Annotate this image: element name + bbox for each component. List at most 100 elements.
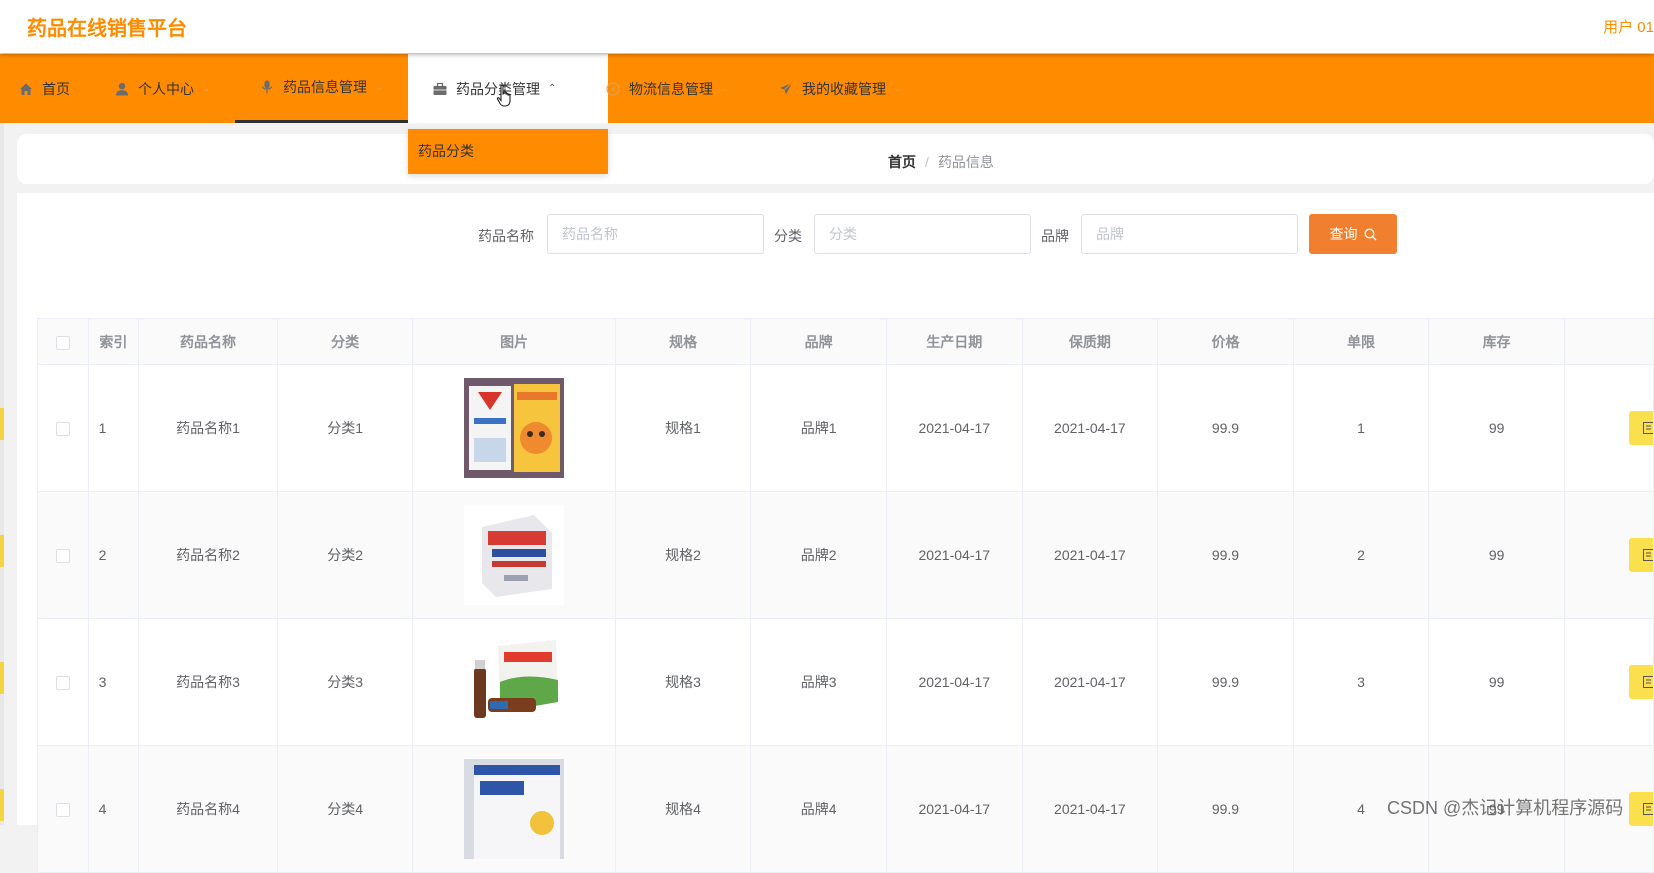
brand-label: 品牌 <box>1041 228 1069 244</box>
nav-label-drug-info: 药品信息管理 <box>283 79 367 95</box>
row-select-cell <box>37 618 89 746</box>
column-header: 生产日期 <box>885 318 1023 365</box>
stock-cell: 99 <box>1428 364 1565 492</box>
home-icon <box>18 81 34 97</box>
watermark: CSDN @杰记计算机程序源码 <box>1387 798 1624 818</box>
column-header: 库存 <box>1428 318 1565 365</box>
actions-cell: 详 <box>1563 618 1654 746</box>
drug-name-cell: 药品名称4 <box>138 745 278 873</box>
production-date-cell: 2021-04-17 <box>885 491 1023 619</box>
row-checkbox[interactable] <box>55 803 70 818</box>
table-row: 3 药品名称3 分类3 规格3 品牌3 2021-04-17 2021-04-1… <box>37 618 1654 746</box>
drug-name-cell: 药品名称3 <box>138 618 278 746</box>
detail-button[interactable]: 详 <box>1628 411 1653 445</box>
category-cell: 分类4 <box>276 745 414 873</box>
search-icon <box>1364 228 1377 241</box>
detail-button[interactable]: 详 <box>1628 792 1653 826</box>
left-edge-strip <box>0 123 4 825</box>
shelf-life-cell: 2021-04-17 <box>1021 364 1159 492</box>
limit-cell: 3 <box>1292 618 1430 746</box>
index-cell: 2 <box>87 491 140 619</box>
drug-image <box>464 632 565 732</box>
drug-image <box>464 378 565 478</box>
index-cell: 4 <box>87 745 140 873</box>
category-cell: 分类2 <box>276 491 414 619</box>
drug-name-cell: 药品名称1 <box>138 364 278 492</box>
stock-cell: 99 <box>1428 618 1565 746</box>
category-cell: 分类3 <box>276 618 414 746</box>
edge-marker <box>0 535 4 567</box>
nav-item-logistics[interactable]: 物流信息管理 ⌄ <box>605 54 729 123</box>
column-header: 品牌 <box>750 318 887 365</box>
column-header: 规格 <box>614 318 752 365</box>
document-icon <box>1642 803 1653 815</box>
dropdown-item-drug-category[interactable]: 药品分类 <box>408 129 608 174</box>
breadcrumb-container <box>17 134 1654 184</box>
search-button-label: 查询 <box>1329 226 1358 242</box>
user-menu[interactable]: 用户 01 <box>1603 16 1654 37</box>
row-select-cell <box>37 364 89 492</box>
actions-cell: 详 <box>1563 364 1654 492</box>
edge-marker <box>0 662 4 694</box>
main-nav: 首页 个人中心 ⌄ 药品信息管理 ⌄ 药品分类管理 ⌃ 物流信息管理 ⌄ 我的收… <box>0 54 1654 123</box>
chevron-down-icon: ⌄ <box>894 83 903 94</box>
drug-name-label: 药品名称 <box>478 228 534 244</box>
brand-cell: 品牌1 <box>750 364 887 492</box>
price-cell: 99.9 <box>1157 745 1294 873</box>
row-checkbox[interactable] <box>55 549 70 564</box>
price-cell: 99.9 <box>1157 364 1294 492</box>
price-cell: 99.9 <box>1157 491 1294 619</box>
production-date-cell: 2021-04-17 <box>885 618 1023 746</box>
category-input[interactable] <box>814 214 1031 254</box>
search-button[interactable]: 查询 <box>1309 214 1397 254</box>
nav-item-drug-info[interactable]: 药品信息管理 ⌄ <box>235 54 410 123</box>
row-checkbox[interactable] <box>55 422 70 437</box>
column-header: 索引 <box>87 318 140 365</box>
actions-cell: 详 <box>1563 491 1654 619</box>
nav-item-personal-center[interactable]: 个人中心 ⌄ <box>114 54 210 123</box>
stock-cell: 99 <box>1428 491 1565 619</box>
nav-label-home: 首页 <box>42 80 70 97</box>
chevron-down-icon: ⌄ <box>202 83 211 94</box>
limit-cell: 1 <box>1292 364 1430 492</box>
row-checkbox[interactable] <box>55 676 70 691</box>
actions-header <box>1563 318 1654 365</box>
spec-cell: 规格4 <box>614 745 752 873</box>
image-cell <box>412 364 616 492</box>
table-row: 1 药品名称1 分类1 规格1 品牌1 2021-04-17 2021-04-1… <box>37 364 1654 492</box>
chevron-down-icon: ⌄ <box>375 81 384 93</box>
microphone-icon <box>259 79 275 95</box>
price-cell: 99.9 <box>1157 618 1294 746</box>
category-label: 分类 <box>774 228 802 244</box>
column-header: 分类 <box>276 318 414 365</box>
breadcrumb-home[interactable]: 首页 <box>888 154 916 170</box>
document-icon <box>1642 676 1653 688</box>
production-date-cell: 2021-04-17 <box>885 745 1023 873</box>
brand-input[interactable] <box>1081 214 1298 254</box>
detail-button[interactable]: 详 <box>1628 665 1653 699</box>
drug-name-input[interactable] <box>547 214 764 254</box>
breadcrumb: 首页 / 药品信息 <box>888 152 994 172</box>
drug-category-dropdown: 药品分类 <box>408 129 608 174</box>
breadcrumb-current: 药品信息 <box>937 154 994 170</box>
limit-cell: 2 <box>1292 491 1430 619</box>
drug-name-cell: 药品名称2 <box>138 491 278 619</box>
index-cell: 1 <box>87 364 140 492</box>
nav-item-home[interactable]: 首页 <box>18 54 70 123</box>
breadcrumb-separator: / <box>925 154 929 170</box>
column-header: 单限 <box>1292 318 1430 365</box>
send-icon <box>778 81 794 97</box>
select-all-checkbox[interactable] <box>55 335 70 350</box>
image-cell <box>412 618 616 746</box>
production-date-cell: 2021-04-17 <box>885 364 1023 492</box>
detail-button[interactable]: 详 <box>1628 538 1653 572</box>
column-header: 价格 <box>1157 318 1294 365</box>
user-icon <box>114 81 130 97</box>
edge-marker <box>0 789 4 821</box>
drug-image <box>464 759 565 859</box>
column-header: 药品名称 <box>138 318 278 365</box>
drug-image <box>464 505 565 605</box>
mouse-cursor-icon <box>496 84 514 113</box>
nav-item-favorites[interactable]: 我的收藏管理 ⌄ <box>778 54 902 123</box>
select-all-header <box>37 318 89 365</box>
